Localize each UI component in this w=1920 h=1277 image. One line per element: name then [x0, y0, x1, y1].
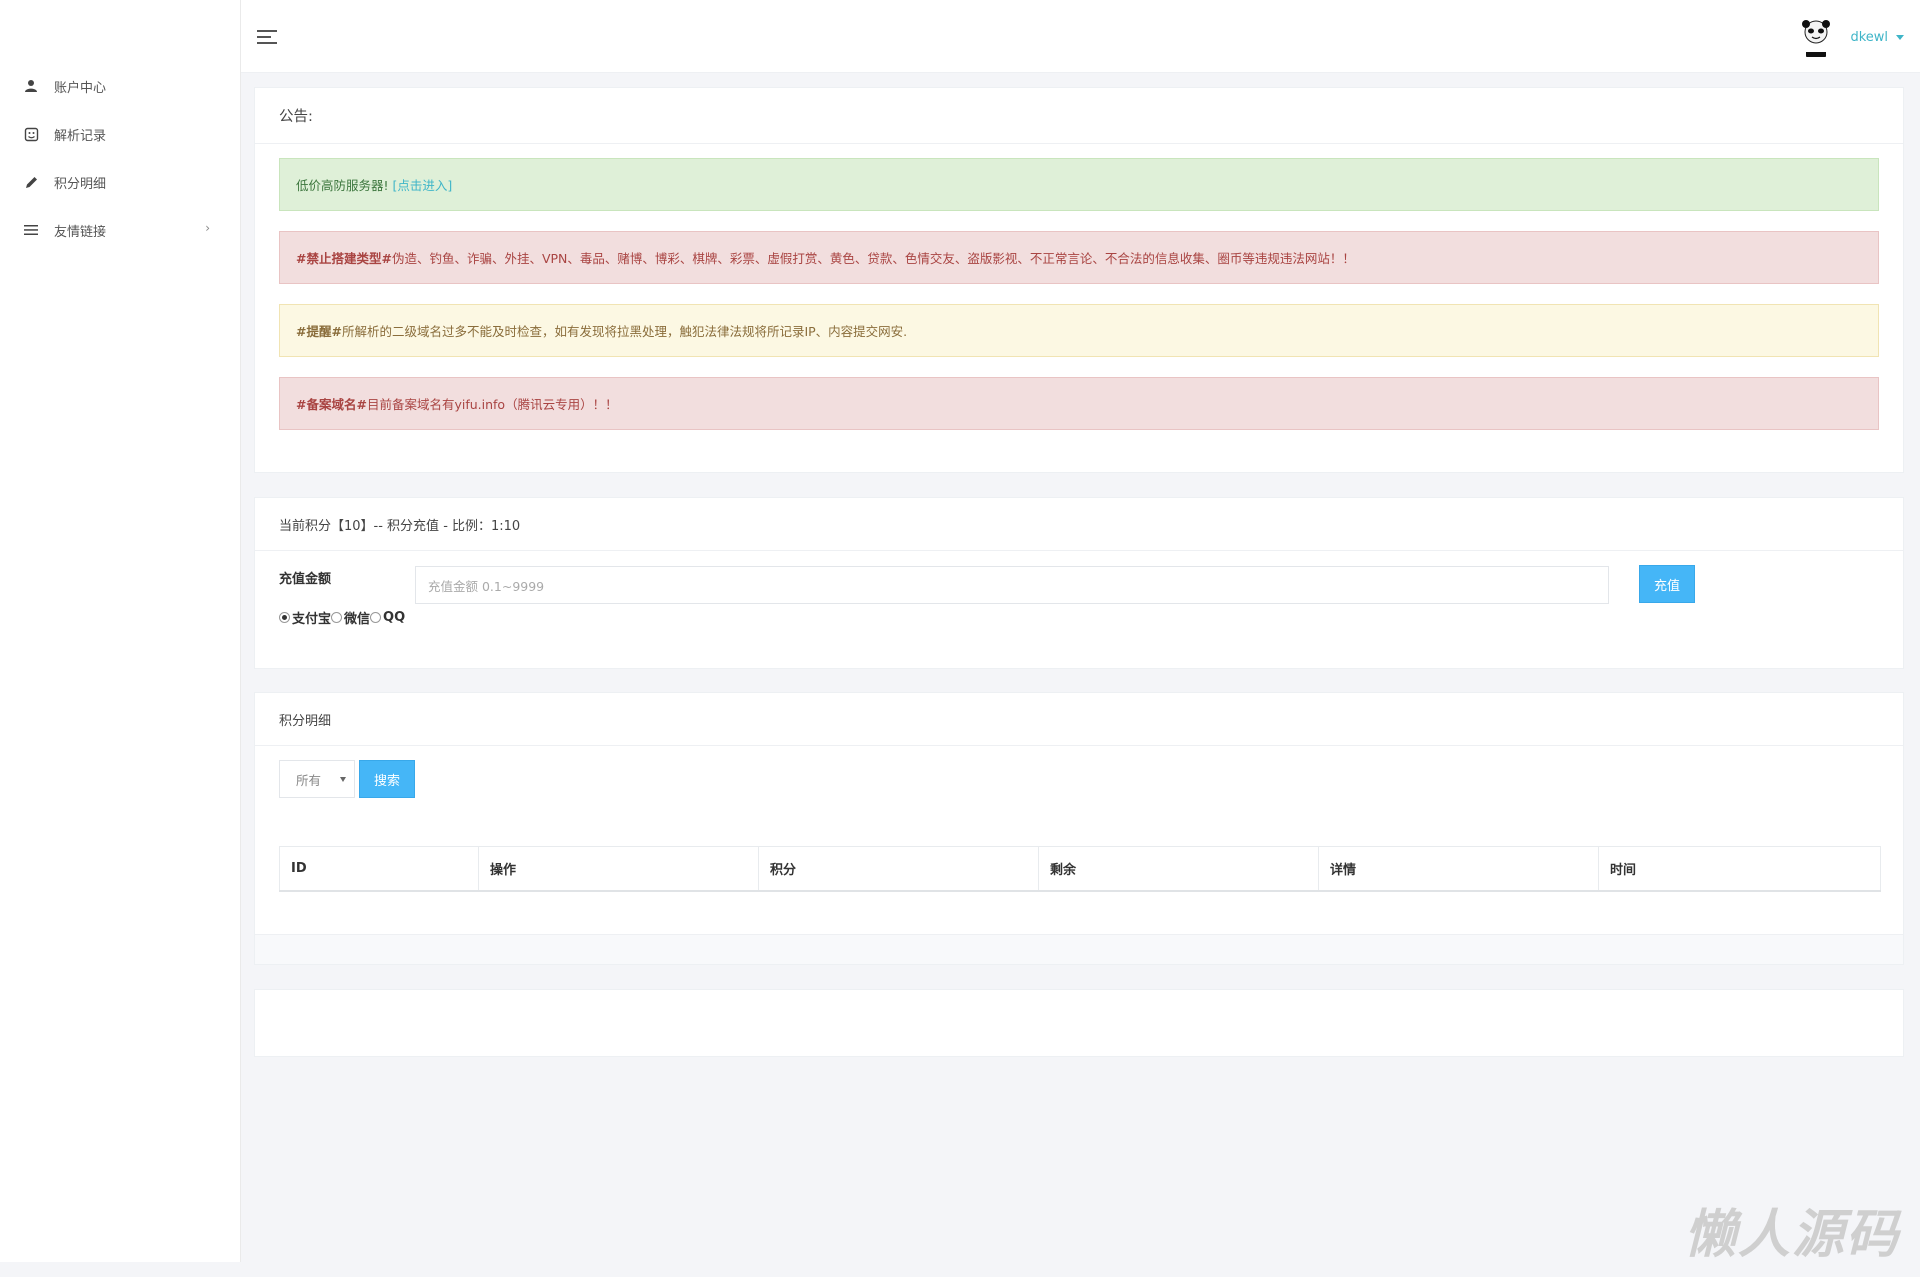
recharge-card: 当前积分【10】-- 积分充值 - 比例：1:10 充值金额 充值金额 0.1~… [254, 497, 1904, 669]
payment-options: 支付宝 微信 QQ [279, 608, 405, 627]
column-header: 剩余 [1038, 846, 1319, 892]
menu-toggle-icon[interactable] [257, 30, 277, 44]
notice-card: 公告: 低价高防服务器! [点击进入] #禁止搭建类型# 伪造、钓鱼、诈骗、外挂… [254, 87, 1904, 473]
amount-label: 充值金额 [279, 572, 332, 587]
list-icon [22, 221, 40, 239]
payment-alipay[interactable]: 支付宝 [279, 608, 331, 627]
sidebar-item-records[interactable]: 解析记录 [0, 110, 240, 158]
chevron-down-icon [340, 777, 346, 782]
record-icon [22, 125, 40, 143]
chevron-down-icon[interactable] [1896, 35, 1904, 40]
radio-icon[interactable] [279, 612, 290, 623]
user-icon [22, 77, 40, 95]
column-header: 积分 [758, 846, 1039, 892]
sidebar: 账户中心 解析记录 积分明细 友情链接 › [0, 0, 241, 1262]
column-header: 时间 [1598, 846, 1881, 892]
pencil-icon [22, 173, 40, 191]
points-card-footer [255, 934, 1903, 964]
recharge-button[interactable]: 充值 [1639, 565, 1695, 603]
notice-title: 公告: [255, 88, 1903, 144]
avatar[interactable] [1794, 15, 1838, 59]
radio-icon[interactable] [331, 612, 343, 623]
sidebar-brand [0, 0, 240, 62]
column-header: 操作 [478, 846, 759, 892]
sidebar-item-label: 解析记录 [54, 128, 107, 144]
sidebar-item-account[interactable]: 账户中心 [0, 62, 240, 110]
type-filter-select[interactable]: 所有 [279, 760, 355, 798]
alert-reminder: #提醒# 所解析的二级域名过多不能及时检查，如有发现将拉黑处理，触犯法律法规将所… [279, 304, 1879, 357]
amount-input[interactable]: 充值金额 0.1~9999 [415, 566, 1609, 604]
chevron-right-icon: › [205, 221, 210, 235]
column-header: 详情 [1318, 846, 1599, 892]
watermark: 懒人源码 [1683, 1205, 1900, 1265]
payment-wechat[interactable]: 微信 [331, 608, 370, 627]
topbar: dkewl [241, 0, 1920, 73]
radio-icon[interactable] [370, 612, 382, 623]
search-button[interactable]: 搜索 [359, 760, 415, 798]
user-menu[interactable]: dkewl [1850, 30, 1888, 45]
payment-qq[interactable]: QQ [370, 610, 405, 625]
promo-link[interactable]: [点击进入] [393, 175, 453, 194]
table-header-row: ID 操作 积分 剩余 详情 时间 [279, 846, 1881, 892]
sidebar-item-label: 账户中心 [54, 80, 107, 96]
sidebar-item-label: 友情链接 [54, 224, 107, 240]
alert-forbidden-types: #禁止搭建类型# 伪造、钓鱼、诈骗、外挂、VPN、毒品、赌博、博彩、棋牌、彩票、… [279, 231, 1879, 284]
recharge-title: 当前积分【10】-- 积分充值 - 比例：1:10 [255, 498, 1903, 551]
empty-card [254, 989, 1904, 1057]
sidebar-item-label: 积分明细 [54, 176, 107, 192]
points-table: ID 操作 积分 剩余 详情 时间 [279, 846, 1881, 892]
points-title: 积分明细 [255, 693, 1903, 746]
sidebar-item-links[interactable]: 友情链接 › [0, 206, 240, 254]
column-header: ID [279, 846, 479, 892]
alert-server-promo: 低价高防服务器! [点击进入] [279, 158, 1879, 211]
points-card: 积分明细 所有 搜索 ID 操作 积分 剩余 详情 时间 [254, 692, 1904, 965]
alert-filing-domain: #备案域名# 目前备案域名有yifu.info（腾讯云专用）！！ [279, 377, 1879, 430]
sidebar-item-points[interactable]: 积分明细 [0, 158, 240, 206]
